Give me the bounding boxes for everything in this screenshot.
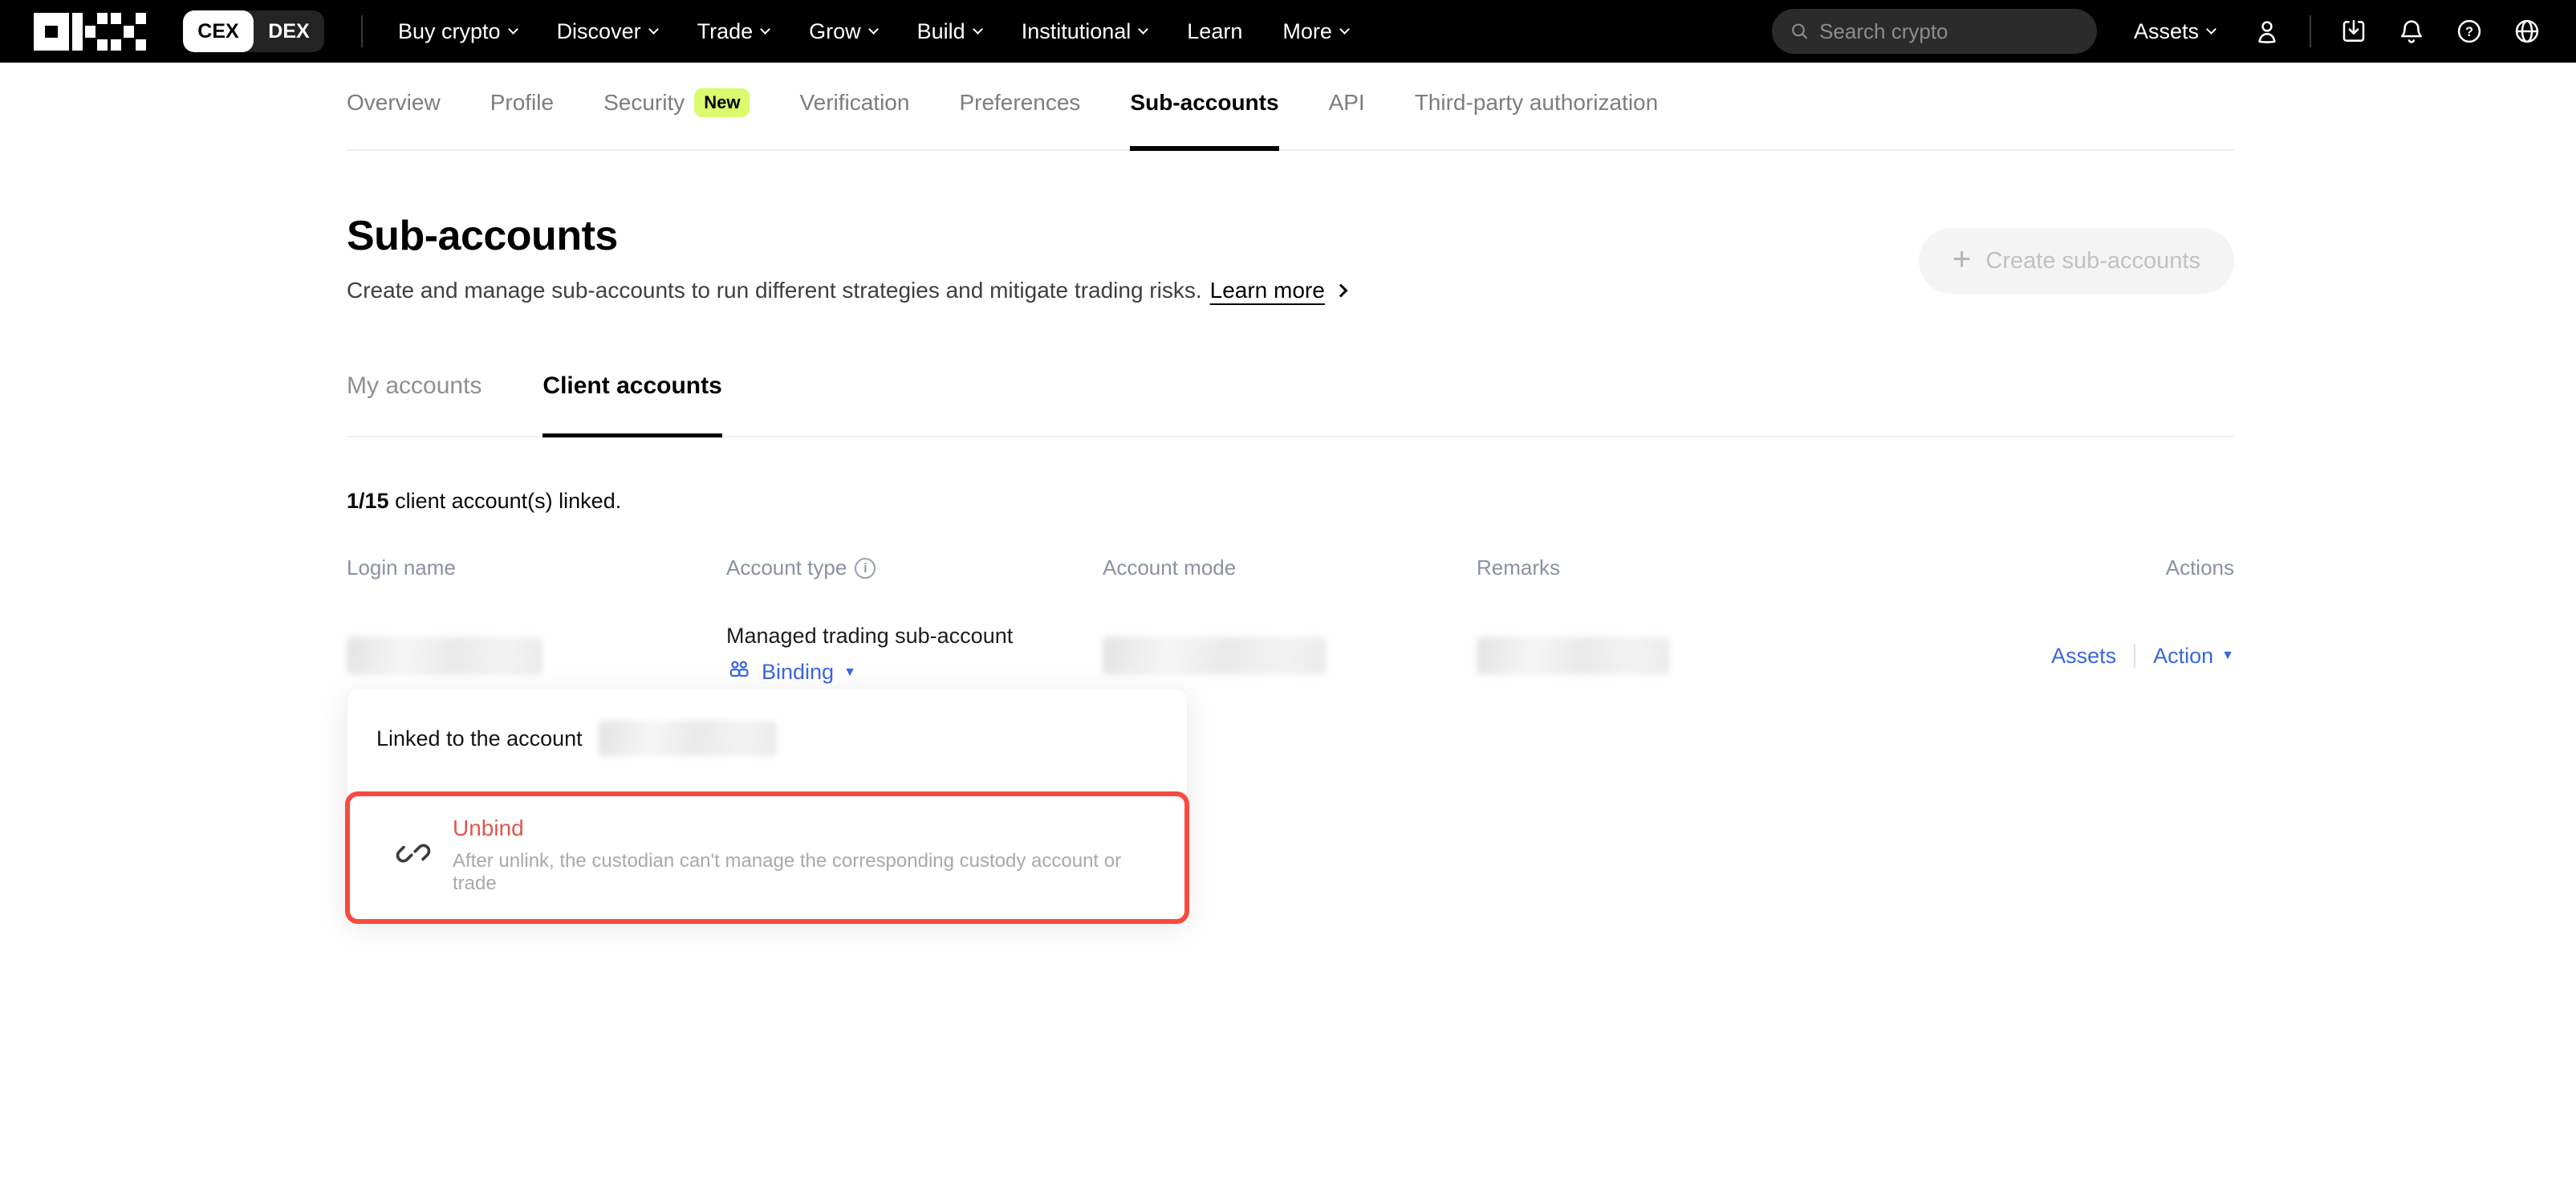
binding-dropdown-panel: Linked to the account Unbind After unlin…: [347, 688, 1188, 918]
tab-security[interactable]: Security New: [603, 88, 750, 151]
people-icon: [726, 657, 752, 688]
nav-trade[interactable]: Trade: [697, 19, 770, 44]
nav-buy-crypto[interactable]: Buy crypto: [398, 19, 517, 44]
top-navigation-bar: CEX DEX Buy crypto Discover Trade Grow B…: [0, 0, 2576, 63]
chevron-down-icon: [1138, 24, 1148, 35]
tab-verification[interactable]: Verification: [799, 88, 909, 151]
plus-icon: +: [1952, 242, 1971, 278]
toggle-cex[interactable]: CEX: [183, 10, 254, 52]
okx-logo-x: [111, 13, 146, 51]
remarks-cell: [1477, 637, 1910, 675]
profile-icon[interactable]: [2252, 16, 2282, 47]
account-tab-bar: My accounts Client accounts: [347, 372, 2234, 437]
tab-my-accounts[interactable]: My accounts: [347, 372, 481, 437]
cex-dex-toggle: CEX DEX: [183, 10, 324, 52]
chevron-down-icon: [973, 24, 983, 35]
unbind-menu-item[interactable]: Unbind After unlink, the custodian can't…: [345, 791, 1189, 924]
tab-client-accounts[interactable]: Client accounts: [542, 372, 721, 437]
triangle-down-icon: ▼: [2221, 649, 2234, 662]
nav-grow[interactable]: Grow: [809, 19, 877, 44]
redacted-linked-account: [599, 721, 777, 756]
triangle-down-icon: ▼: [843, 666, 856, 679]
header-divider: [361, 15, 363, 47]
tab-sub-accounts[interactable]: Sub-accounts: [1130, 88, 1278, 151]
chevron-down-icon: [648, 24, 659, 35]
tab-overview[interactable]: Overview: [347, 88, 441, 151]
table-header-row: Login name Account type i Account mode R…: [347, 555, 2234, 580]
col-remarks: Remarks: [1477, 555, 1910, 580]
chevron-down-icon: [760, 24, 770, 35]
nav-discover[interactable]: Discover: [557, 19, 657, 44]
search-icon: [1790, 20, 1810, 43]
linked-account-row: Linked to the account: [347, 689, 1187, 791]
unbind-description: After unlink, the custodian can't manage…: [453, 850, 1160, 895]
nav-build[interactable]: Build: [917, 19, 981, 44]
tab-preferences[interactable]: Preferences: [959, 88, 1080, 151]
learn-more-link[interactable]: Learn more: [1210, 278, 1325, 303]
header-right-cluster: Assets ?: [1772, 9, 2542, 54]
notifications-bell-icon[interactable]: [2396, 16, 2427, 47]
tab-api[interactable]: API: [1329, 88, 1365, 151]
redacted-remarks: [1477, 637, 1669, 675]
chevron-down-icon: [2206, 24, 2216, 35]
assets-menu[interactable]: Assets: [2134, 19, 2215, 44]
page-header: Sub-accounts Create and manage sub-accou…: [347, 212, 2234, 303]
toggle-dex[interactable]: DEX: [254, 10, 324, 52]
nav-more[interactable]: More: [1282, 19, 1348, 44]
login-name-cell: [347, 637, 726, 675]
header-divider: [2310, 15, 2311, 47]
assets-link[interactable]: Assets: [2051, 644, 2116, 669]
binding-dropdown-trigger[interactable]: Binding ▼: [726, 657, 856, 688]
chevron-down-icon: [1339, 24, 1350, 35]
main-nav: Buy crypto Discover Trade Grow Build Ins…: [398, 19, 1348, 44]
language-globe-icon[interactable]: [2512, 16, 2542, 47]
okx-logo-k: [72, 13, 108, 51]
action-dropdown-trigger[interactable]: Action ▼: [2153, 644, 2234, 669]
tab-profile[interactable]: Profile: [490, 88, 554, 151]
new-badge: New: [694, 88, 750, 117]
col-account-type: Account type i: [726, 555, 1103, 580]
nav-learn[interactable]: Learn: [1187, 19, 1242, 44]
linked-count: 1/15 client account(s) linked.: [347, 489, 2234, 514]
unlink-icon: [395, 835, 432, 876]
download-app-icon[interactable]: [2338, 16, 2369, 47]
tab-third-party-authorization[interactable]: Third-party authorization: [1415, 88, 1658, 151]
chevron-down-icon: [868, 24, 879, 35]
info-icon[interactable]: i: [855, 558, 876, 579]
account-type-cell: Managed trading sub-account Binding ▼: [726, 624, 1103, 688]
col-account-mode: Account mode: [1103, 555, 1477, 580]
chevron-right-icon: [1334, 284, 1347, 298]
actions-cell: Assets Action ▼: [1910, 644, 2234, 669]
table-row: Managed trading sub-account Binding ▼ As…: [347, 619, 2234, 693]
col-actions: Actions: [1910, 555, 2234, 580]
okx-logo[interactable]: [34, 13, 146, 51]
actions-divider: [2134, 644, 2135, 668]
account-mode-cell: [1103, 637, 1477, 675]
account-type-value: Managed trading sub-account: [726, 624, 1103, 649]
create-sub-accounts-button[interactable]: + Create sub-accounts: [1919, 228, 2234, 294]
svg-text:?: ?: [2465, 25, 2473, 39]
settings-content: Overview Profile Security New Verificati…: [347, 63, 2234, 693]
settings-tab-bar: Overview Profile Security New Verificati…: [347, 63, 2234, 151]
unbind-label: Unbind: [453, 816, 1160, 841]
search-input[interactable]: [1819, 19, 2079, 44]
chevron-down-icon: [508, 24, 518, 35]
nav-institutional[interactable]: Institutional: [1022, 19, 1148, 44]
search-bar[interactable]: [1772, 9, 2097, 54]
redacted-login-name: [347, 637, 542, 675]
help-icon[interactable]: ?: [2454, 16, 2485, 47]
col-login-name: Login name: [347, 555, 726, 580]
okx-logo-o: [34, 13, 69, 51]
redacted-account-mode: [1103, 637, 1326, 675]
